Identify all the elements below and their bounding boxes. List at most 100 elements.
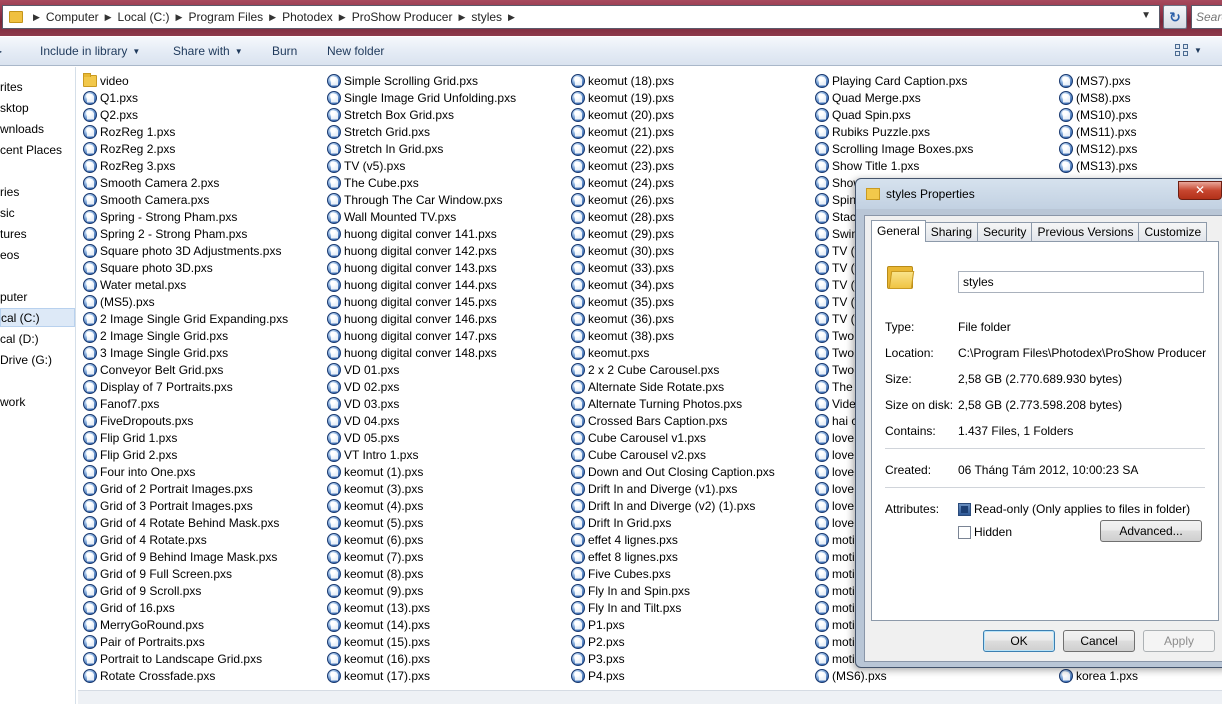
list-item[interactable]: Square photo 3D.pxs bbox=[83, 259, 288, 276]
list-item[interactable]: Water metal.pxs bbox=[83, 276, 288, 293]
list-item[interactable]: VD 03.pxs bbox=[327, 395, 516, 412]
list-item[interactable]: keomut (1).pxs bbox=[327, 463, 516, 480]
list-item[interactable]: Show Title 1.pxs bbox=[815, 157, 973, 174]
list-item[interactable]: keomut (19).pxs bbox=[571, 89, 775, 106]
list-item[interactable]: Single Image Grid Unfolding.pxs bbox=[327, 89, 516, 106]
list-item[interactable]: korea 1.pxs bbox=[1059, 667, 1138, 684]
list-item[interactable]: P1.pxs bbox=[571, 616, 775, 633]
list-item[interactable]: Grid of 3 Portrait Images.pxs bbox=[83, 497, 288, 514]
list-item[interactable]: Grid of 9 Behind Image Mask.pxs bbox=[83, 548, 288, 565]
tab-previous-versions[interactable]: Previous Versions bbox=[1031, 222, 1140, 242]
list-item[interactable]: (MS8).pxs bbox=[1059, 89, 1137, 106]
list-item[interactable]: huong digital conver 141.pxs bbox=[327, 225, 516, 242]
list-item[interactable]: huong digital conver 144.pxs bbox=[327, 276, 516, 293]
list-item[interactable]: Fly In and Tilt.pxs bbox=[571, 599, 775, 616]
list-item[interactable]: huong digital conver 147.pxs bbox=[327, 327, 516, 344]
list-item[interactable]: 2 Image Single Grid Expanding.pxs bbox=[83, 310, 288, 327]
list-item[interactable]: Display of 7 Portraits.pxs bbox=[83, 378, 288, 395]
breadcrumb-item[interactable]: Program Files bbox=[188, 10, 263, 24]
list-item[interactable]: keomut (15).pxs bbox=[327, 633, 516, 650]
list-item[interactable]: Crossed Bars Caption.pxs bbox=[571, 412, 775, 429]
list-item[interactable]: keomut (34).pxs bbox=[571, 276, 775, 293]
list-item[interactable]: keomut (6).pxs bbox=[327, 531, 516, 548]
chevron-right-icon[interactable]: ▶ bbox=[339, 12, 346, 23]
ok-button[interactable]: OK bbox=[983, 630, 1055, 652]
list-item[interactable]: keomut (30).pxs bbox=[571, 242, 775, 259]
nav-item[interactable]: tures bbox=[0, 227, 27, 241]
list-item[interactable]: keomut (14).pxs bbox=[327, 616, 516, 633]
list-item[interactable]: keomut (36).pxs bbox=[571, 310, 775, 327]
readonly-checkbox[interactable] bbox=[958, 503, 971, 516]
list-item[interactable]: keomut (38).pxs bbox=[571, 327, 775, 344]
list-item[interactable]: keomut (7).pxs bbox=[327, 548, 516, 565]
nav-item[interactable]: ries bbox=[0, 185, 19, 199]
cancel-button[interactable]: Cancel bbox=[1063, 630, 1135, 652]
list-item[interactable]: effet 4 lignes.pxs bbox=[571, 531, 775, 548]
list-item[interactable]: Portrait to Landscape Grid.pxs bbox=[83, 650, 288, 667]
list-item[interactable]: Cube Carousel v2.pxs bbox=[571, 446, 775, 463]
list-item[interactable]: Square photo 3D Adjustments.pxs bbox=[83, 242, 288, 259]
chevron-right-icon[interactable]: ▶ bbox=[508, 12, 515, 23]
list-item[interactable]: huong digital conver 148.pxs bbox=[327, 344, 516, 361]
list-item[interactable]: (MS13).pxs bbox=[1059, 157, 1137, 174]
list-item[interactable]: Conveyor Belt Grid.pxs bbox=[83, 361, 288, 378]
list-item[interactable]: effet 8 lignes.pxs bbox=[571, 548, 775, 565]
list-item[interactable]: RozReg 3.pxs bbox=[83, 157, 288, 174]
hidden-checkbox[interactable] bbox=[958, 526, 971, 539]
list-item[interactable]: keomut (16).pxs bbox=[327, 650, 516, 667]
list-item[interactable]: 3 Image Single Grid.pxs bbox=[83, 344, 288, 361]
list-item[interactable]: Spring - Strong Pham.pxs bbox=[83, 208, 288, 225]
list-item[interactable]: keomut (24).pxs bbox=[571, 174, 775, 191]
list-item[interactable]: Drift In and Diverge (v2) (1).pxs bbox=[571, 497, 775, 514]
list-item[interactable]: keomut (13).pxs bbox=[327, 599, 516, 616]
list-item[interactable]: keomut (21).pxs bbox=[571, 123, 775, 140]
list-item[interactable]: Through The Car Window.pxs bbox=[327, 191, 516, 208]
breadcrumb-item[interactable]: styles bbox=[471, 10, 502, 24]
list-item[interactable]: VD 01.pxs bbox=[327, 361, 516, 378]
nav-item[interactable]: Drive (G:) bbox=[0, 353, 52, 367]
list-item[interactable]: keomut (23).pxs bbox=[571, 157, 775, 174]
list-item[interactable]: keomut (4).pxs bbox=[327, 497, 516, 514]
list-item[interactable]: Grid of 9 Scroll.pxs bbox=[83, 582, 288, 599]
tab-customize[interactable]: Customize bbox=[1138, 222, 1208, 242]
list-item[interactable]: TV (v5).pxs bbox=[327, 157, 516, 174]
list-item[interactable]: keomut (26).pxs bbox=[571, 191, 775, 208]
chevron-right-icon[interactable]: ▶ bbox=[176, 12, 183, 23]
list-item[interactable]: Simple Scrolling Grid.pxs bbox=[327, 72, 516, 89]
nav-item[interactable]: sic bbox=[0, 206, 15, 220]
list-item[interactable]: huong digital conver 143.pxs bbox=[327, 259, 516, 276]
nav-item[interactable]: rites bbox=[0, 80, 23, 94]
list-item[interactable]: Four into One.pxs bbox=[83, 463, 288, 480]
list-item[interactable]: Quad Spin.pxs bbox=[815, 106, 973, 123]
breadcrumb-item[interactable]: Local (C:) bbox=[118, 10, 170, 24]
list-item[interactable]: keomut (22).pxs bbox=[571, 140, 775, 157]
list-item[interactable]: keomut (17).pxs bbox=[327, 667, 516, 684]
breadcrumb[interactable]: ▶ Computer ▶ Local (C:) ▶ Program Files … bbox=[2, 5, 1160, 29]
nav-item-selected[interactable]: cal (C:) bbox=[0, 308, 75, 327]
list-item[interactable]: keomut (18).pxs bbox=[571, 72, 775, 89]
list-item[interactable]: Rotate Crossfade.pxs bbox=[83, 667, 288, 684]
list-item[interactable]: Grid of 9 Full Screen.pxs bbox=[83, 565, 288, 582]
list-item[interactable]: VD 02.pxs bbox=[327, 378, 516, 395]
list-item[interactable]: MerryGoRound.pxs bbox=[83, 616, 288, 633]
list-item[interactable]: The Cube.pxs bbox=[327, 174, 516, 191]
list-item[interactable]: keomut (29).pxs bbox=[571, 225, 775, 242]
list-item[interactable]: keomut (20).pxs bbox=[571, 106, 775, 123]
list-item[interactable]: huong digital conver 146.pxs bbox=[327, 310, 516, 327]
list-item[interactable]: keomut (28).pxs bbox=[571, 208, 775, 225]
list-item[interactable]: (MS11).pxs bbox=[1059, 123, 1137, 140]
list-item[interactable]: Flip Grid 1.pxs bbox=[83, 429, 288, 446]
close-button[interactable]: ✕ bbox=[1178, 181, 1222, 200]
list-item[interactable]: video bbox=[83, 72, 288, 89]
nav-item[interactable]: eos bbox=[0, 248, 19, 262]
list-item[interactable]: Stretch Grid.pxs bbox=[327, 123, 516, 140]
list-item[interactable]: Spring 2 - Strong Pham.pxs bbox=[83, 225, 288, 242]
list-item[interactable]: Alternate Turning Photos.pxs bbox=[571, 395, 775, 412]
list-item[interactable]: keomut (8).pxs bbox=[327, 565, 516, 582]
nav-item[interactable]: sktop bbox=[0, 101, 29, 115]
list-item[interactable]: VD 04.pxs bbox=[327, 412, 516, 429]
dialog-titlebar[interactable]: styles Properties ✕ bbox=[856, 179, 1222, 209]
list-item[interactable]: (MS12).pxs bbox=[1059, 140, 1137, 157]
nav-item[interactable]: wnloads bbox=[0, 122, 44, 136]
nav-item[interactable]: cal (D:) bbox=[0, 332, 39, 346]
